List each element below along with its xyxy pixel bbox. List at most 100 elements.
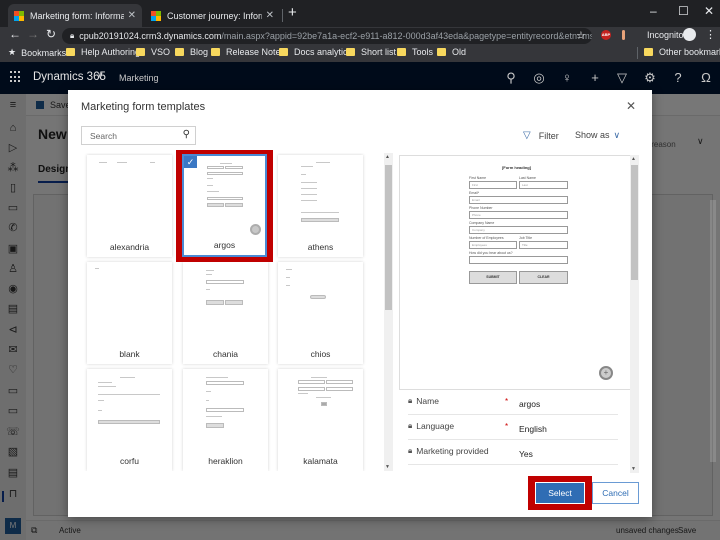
template-name: heraklion bbox=[208, 456, 243, 466]
bookmark-help-authoring[interactable]: Help Authoring bbox=[66, 47, 140, 57]
preview-input-company: Company bbox=[469, 226, 568, 234]
template-card-chania[interactable]: chania bbox=[183, 262, 268, 364]
minimize-button[interactable]: – bbox=[650, 4, 657, 18]
scroll-down-icon[interactable]: ▼ bbox=[385, 464, 390, 470]
required-indicator: * bbox=[505, 397, 509, 406]
template-card-kalamata[interactable]: kalamata bbox=[278, 369, 363, 471]
scroll-up-icon[interactable]: ▲ bbox=[631, 156, 636, 162]
tab-close-icon[interactable]: ✕ bbox=[266, 10, 274, 21]
reload-icon[interactable]: ↻ bbox=[46, 27, 56, 41]
template-grid-scrollbar[interactable]: ▲ ▼ bbox=[384, 153, 393, 471]
show-as-label: Show as bbox=[575, 130, 610, 140]
browser-tab-marketing-form[interactable]: Marketing form: Information: New ✕ bbox=[8, 4, 142, 27]
address-bar[interactable]: 🔒︎ cpub20191024.crm3.dynamics.com/main.a… bbox=[62, 28, 592, 44]
close-window-button[interactable]: ✕ bbox=[704, 4, 714, 18]
template-card-athens[interactable]: athens bbox=[278, 155, 363, 257]
new-tab-button[interactable]: + bbox=[288, 4, 297, 21]
cancel-button[interactable]: Cancel bbox=[592, 482, 639, 504]
preview-label-employees: Number of Employees bbox=[469, 236, 504, 240]
bookmark-bookmarks[interactable]: ★ Bookmarks bbox=[8, 47, 66, 58]
scroll-down-icon[interactable]: ▼ bbox=[631, 466, 636, 472]
gear-icon[interactable]: ⚙ bbox=[643, 70, 657, 86]
tab-close-icon[interactable]: ✕ bbox=[128, 10, 136, 21]
bookmark-blog[interactable]: Blog bbox=[175, 47, 208, 57]
preview-input-last-name: Last bbox=[519, 181, 568, 189]
property-row-marketing-provided: 🔒︎ Marketing provided Yes bbox=[408, 440, 618, 465]
bookmark-label: Tools bbox=[412, 47, 434, 57]
task-icon[interactable]: ◎ bbox=[532, 70, 546, 86]
brand-title[interactable]: Dynamics 365 bbox=[33, 71, 106, 83]
browser-tab-customer-journey[interactable]: Customer journey: Information: D ✕ bbox=[145, 4, 280, 27]
preview-label-heard: How did you hear about us? bbox=[469, 251, 513, 255]
chevron-down-icon[interactable]: ∨ bbox=[97, 70, 104, 81]
template-name: blank bbox=[119, 349, 140, 359]
browser-tab-strip: Marketing form: Information: New ✕ Custo… bbox=[0, 0, 720, 27]
forward-icon[interactable]: → bbox=[27, 27, 39, 41]
incognito-label: Incognito bbox=[647, 30, 684, 40]
filter-button[interactable]: ▽ Filter bbox=[523, 130, 559, 141]
incognito-icon[interactable] bbox=[683, 28, 696, 41]
back-icon[interactable]: ← bbox=[9, 27, 21, 41]
template-card-argos[interactable]: ✓ argos bbox=[182, 154, 267, 257]
search-icon[interactable]: ⚲ bbox=[504, 70, 518, 86]
zoom-in-icon[interactable]: + bbox=[599, 366, 613, 380]
bookmark-old[interactable]: Old bbox=[437, 47, 466, 57]
preview-input-job-title: Title bbox=[519, 241, 568, 249]
template-card-chios[interactable]: chios bbox=[278, 262, 363, 364]
extension-icon[interactable] bbox=[622, 30, 625, 40]
bookmark-other[interactable]: Other bookmarks bbox=[644, 47, 720, 57]
scrollbar-thumb[interactable] bbox=[385, 165, 392, 310]
bookmark-short-list[interactable]: Short list bbox=[346, 47, 396, 57]
template-card-corfu[interactable]: corfu bbox=[87, 369, 172, 471]
show-as-dropdown[interactable]: Show as ∨ bbox=[575, 130, 620, 141]
template-thumbnail bbox=[286, 267, 355, 337]
folder-icon bbox=[279, 48, 288, 56]
template-preview: [Form heading] First Name Last Name Firs… bbox=[399, 155, 634, 390]
template-thumbnail bbox=[286, 374, 355, 444]
user-icon[interactable]: Ω bbox=[699, 70, 713, 85]
search-icon[interactable]: ⚲ bbox=[183, 129, 190, 140]
preview-label-company: Company Name bbox=[469, 221, 495, 225]
tab-title: Customer journey: Information: D bbox=[167, 10, 262, 21]
help-icon[interactable]: ? bbox=[671, 70, 685, 85]
template-card-alexandria[interactable]: alexandria bbox=[87, 155, 172, 257]
preview-label-last-name: Last Name bbox=[519, 176, 536, 180]
template-name: alexandria bbox=[109, 242, 150, 252]
filter-label: Filter bbox=[538, 130, 559, 141]
browser-menu-icon[interactable]: ⋮ bbox=[705, 28, 716, 41]
search-input[interactable] bbox=[82, 127, 177, 144]
filter-icon[interactable]: ▽ bbox=[615, 70, 629, 86]
property-value: argos bbox=[519, 399, 541, 409]
folder-icon bbox=[644, 48, 653, 56]
plus-icon[interactable]: + bbox=[588, 70, 602, 85]
zoom-in-icon[interactable] bbox=[250, 224, 261, 235]
property-label: Language bbox=[416, 421, 455, 431]
scrollbar-thumb[interactable] bbox=[631, 165, 638, 280]
preview-scrollbar[interactable]: ▲ ▼ bbox=[630, 155, 639, 473]
bookmark-docs-analytics[interactable]: Docs analytics bbox=[279, 47, 352, 57]
bookmark-vso[interactable]: VSO bbox=[136, 47, 170, 57]
bookmark-label: Docs analytics bbox=[294, 47, 353, 57]
preview-label-first-name: First Name bbox=[469, 176, 487, 180]
app-launcher-icon[interactable] bbox=[10, 71, 22, 83]
page-scrollbar[interactable] bbox=[710, 200, 716, 462]
preview-select-heard bbox=[469, 256, 568, 264]
maximize-button[interactable]: ☐ bbox=[678, 4, 689, 18]
bookmark-tools[interactable]: Tools bbox=[397, 47, 433, 57]
property-label: Update bbox=[416, 471, 443, 472]
lightbulb-icon[interactable]: ♀ bbox=[560, 70, 574, 85]
microsoft-logo-icon bbox=[14, 10, 24, 21]
lock-icon: 🔒︎ bbox=[408, 396, 413, 405]
scroll-up-icon[interactable]: ▲ bbox=[385, 154, 390, 160]
close-icon[interactable]: ✕ bbox=[626, 99, 636, 113]
bookmark-label: VSO bbox=[151, 47, 171, 57]
template-thumbnail bbox=[192, 161, 261, 231]
bookmark-label: Bookmarks bbox=[21, 47, 67, 58]
select-button[interactable]: Select bbox=[535, 482, 585, 504]
adblock-extension-icon[interactable]: ABP bbox=[601, 30, 611, 40]
bookmark-release-notes[interactable]: Release Notes bbox=[211, 47, 285, 57]
bookmark-star-icon[interactable]: ☆ bbox=[576, 29, 586, 42]
template-thumbnail bbox=[286, 160, 355, 230]
template-card-heraklion[interactable]: heraklion bbox=[183, 369, 268, 471]
template-card-blank[interactable]: blank bbox=[87, 262, 172, 364]
